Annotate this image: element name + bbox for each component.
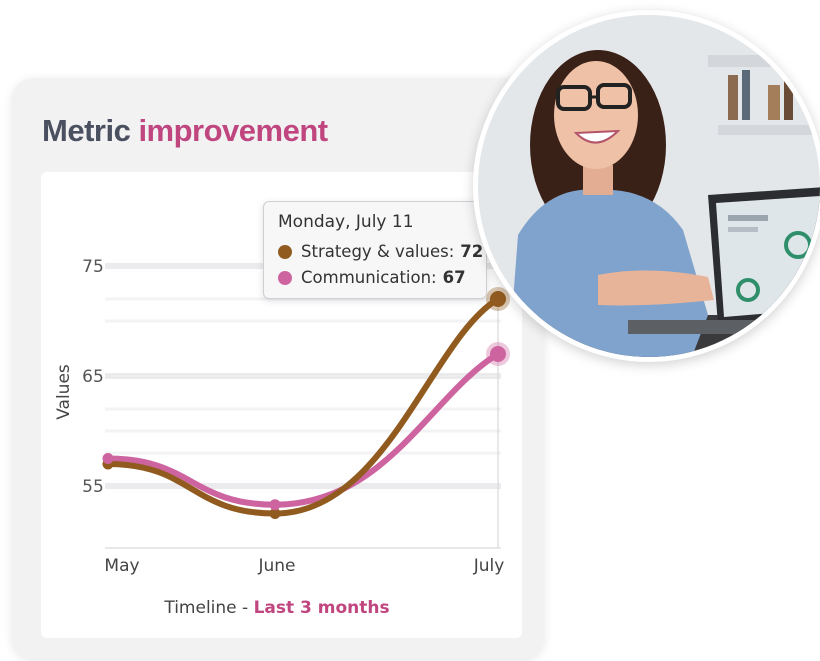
tooltip-row-communication: Communication: 67: [278, 268, 466, 287]
x-tick-may: May: [104, 556, 139, 576]
x-axis-label: Timeline - Last 3 months: [163, 598, 389, 618]
communication-legend-dot: [278, 270, 292, 285]
tooltip-date: Monday, July 11: [278, 212, 414, 232]
x-tick-june: June: [257, 556, 295, 576]
y-tick-75: 75: [82, 257, 104, 277]
card-title-part1: Metric: [42, 113, 131, 148]
card-title: Metric improvement: [42, 113, 328, 149]
strategy-legend-dot: [278, 244, 292, 259]
point-communication-june: [269, 499, 281, 511]
tooltip-value-communication: 67: [442, 268, 466, 287]
y-tick-55: 55: [82, 477, 104, 497]
card-title-part2: improvement: [138, 113, 328, 148]
chart-tooltip: Monday, July 11 Strategy & values: 72 Co…: [263, 201, 487, 299]
y-tick-65: 65: [82, 367, 104, 387]
tooltip-row-strategy: Strategy & values: 72: [278, 242, 483, 261]
photo-illustration: [478, 15, 820, 357]
x-tick-july: July: [473, 556, 505, 576]
person-photo: [473, 10, 820, 362]
point-communication-may: [102, 453, 114, 464]
tooltip-label-communication: Communication:: [301, 268, 437, 287]
y-axis-label: Values: [54, 364, 74, 420]
tooltip-label-strategy: Strategy & values:: [301, 242, 455, 261]
